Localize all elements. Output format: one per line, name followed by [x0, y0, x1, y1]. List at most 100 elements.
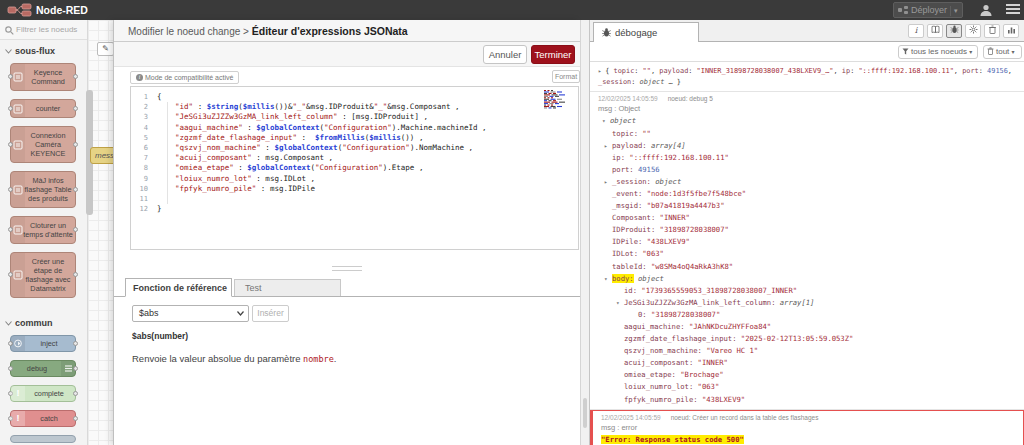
- expand-arrow-icon[interactable]: ▾: [604, 273, 608, 285]
- debug-tree-row[interactable]: IDProduit: "31898728038007": [598, 224, 1016, 236]
- debug-tree-row[interactable]: zgzmf_date_flashage_input: "2025-02-12T1…: [598, 333, 1016, 345]
- format-button[interactable]: Format: [552, 70, 580, 83]
- code-line: 12}: [131, 204, 578, 214]
- help-tab-icon[interactable]: [927, 24, 943, 38]
- deploy-button[interactable]: Déployer▾: [893, 2, 963, 18]
- done-button[interactable]: Terminer: [531, 45, 575, 64]
- debug-tab-icon[interactable]: [946, 24, 962, 38]
- palette-node[interactable]: counter: [10, 99, 76, 118]
- code-line: 2 "id" : $string($millis())&"_"&msg.IDPr…: [131, 102, 578, 112]
- palette-node[interactable]: inject: [10, 335, 76, 352]
- debug-tree-row[interactable]: fpfyk_numro_pile: "438LXEV9": [598, 394, 1016, 406]
- palette-node[interactable]: debug: [10, 360, 76, 377]
- debug-tree-row[interactable]: ▸_session: object: [598, 176, 1016, 188]
- palette-node[interactable]: MàJ infos flashage Table des produits: [10, 171, 76, 208]
- palette-node[interactable]: Cloturer un temps d'attente: [10, 216, 76, 244]
- tab-test[interactable]: Test: [234, 279, 341, 296]
- debug-tree-row[interactable]: omiea_etape: "Brochage": [598, 369, 1016, 381]
- user-icon[interactable]: [979, 3, 993, 17]
- node-output-port[interactable]: [73, 341, 78, 346]
- debug-message[interactable]: ▸ { topic: "", payload: "INNER_318987280…: [590, 62, 1024, 92]
- node-output-port[interactable]: [73, 227, 78, 232]
- palette-search[interactable]: Filtrer les noeuds: [0, 20, 87, 40]
- clear-messages-button[interactable]: tout ▾: [983, 45, 1022, 59]
- node-output-port[interactable]: [73, 416, 78, 421]
- debug-tree-row[interactable]: IDPile: "438LXEV9": [598, 236, 1016, 248]
- debug-message[interactable]: 12/02/2025 14:05:59noeud: debug 5msg : O…: [590, 92, 1024, 409]
- trash-icon[interactable]: [984, 24, 1000, 38]
- jsonata-code-editor[interactable]: 1{2 "id" : $string($millis())&"_"&msg.ID…: [130, 86, 579, 250]
- palette-section-header[interactable]: commun: [0, 316, 87, 330]
- debug-filterbar: tous les noeuds ▾ tout ▾: [590, 42, 1024, 62]
- debug-tree-row[interactable]: ip: "::ffff:192.168.100.11": [598, 152, 1016, 164]
- cancel-button[interactable]: Annuler: [483, 45, 527, 64]
- debug-tree-row[interactable]: port: 49156: [598, 164, 1016, 176]
- tab-function-reference[interactable]: Fonction de référence: [125, 278, 232, 297]
- subflow-icon: [13, 225, 23, 235]
- expand-arrow-icon[interactable]: ▾: [616, 297, 620, 309]
- debug-tree-row[interactable]: _event: "node:1d3f5fbe7f548bce": [598, 188, 1016, 200]
- debug-tree-row[interactable]: acuij_composant: "INNER": [598, 357, 1016, 369]
- palette-node[interactable]: Créer une étape de flashage avec Datamat…: [10, 252, 76, 298]
- main-menu-icon[interactable]: [1006, 4, 1020, 16]
- code-line: 1{: [131, 92, 578, 102]
- sidebar-icon-buttons: i: [908, 24, 1019, 38]
- flow-workspace[interactable]: ✎ mess: [88, 20, 113, 445]
- expand-arrow-icon[interactable]: ▸: [604, 140, 608, 152]
- debug-tree-row[interactable]: topic: "": [598, 128, 1016, 140]
- function-select[interactable]: $abs: [132, 305, 249, 322]
- exclamation-icon: !: [17, 414, 20, 423]
- debug-tree-row[interactable]: id: "1739365559053_31898728038007_INNER": [598, 285, 1016, 297]
- node-output-port[interactable]: [73, 391, 78, 396]
- insert-button[interactable]: Insérer: [252, 305, 289, 322]
- debug-tree-row[interactable]: ▸payload: array[4]: [598, 140, 1016, 152]
- debug-messages: ▸ { topic: "", payload: "INNER_318987280…: [590, 62, 1024, 445]
- palette-node[interactable]: Connexion Caméra KEYENCE: [10, 126, 76, 163]
- node-output-port[interactable]: [73, 106, 78, 111]
- info-tab-icon[interactable]: i: [908, 24, 924, 38]
- node-palette: Filtrer les noeuds sous-flux Keyence Comm…: [0, 20, 88, 445]
- config-tab-icon[interactable]: [965, 24, 981, 38]
- edit-tray: Modifier le noeud change > Éditeur d'exp…: [113, 20, 580, 445]
- chart-icon[interactable]: [1003, 24, 1019, 38]
- code-line: 8 "omiea_etape" : $globalContext("Config…: [131, 163, 578, 173]
- node-output-port[interactable]: [73, 142, 78, 147]
- header-bar: Node-RED Déployer▾: [0, 0, 1024, 20]
- palette-node[interactable]: [10, 435, 76, 443]
- debug-message[interactable]: 12/02/2025 14:05:59noeud: Créer un recor…: [590, 410, 1024, 445]
- edit-pencil-button[interactable]: ✎: [97, 42, 114, 56]
- debug-tree-row[interactable]: Composant: "INNER": [598, 212, 1016, 224]
- node-output-port[interactable]: [73, 74, 78, 79]
- deploy-options-caret[interactable]: ▾: [954, 7, 958, 14]
- scrollbar-thumb[interactable]: [583, 398, 587, 428]
- tab-debug[interactable]: débogage: [593, 22, 699, 43]
- expand-arrow-icon[interactable]: ▸: [604, 176, 608, 188]
- sidebar-separator[interactable]: [580, 20, 590, 445]
- palette-node[interactable]: complete!: [10, 385, 76, 402]
- debug-tree-row[interactable]: loiux_numro_lot: "063": [598, 381, 1016, 393]
- palette-node[interactable]: catch!: [10, 410, 76, 427]
- subflow-icon: [13, 140, 23, 150]
- filter-nodes-button[interactable]: tous les noeuds ▾: [898, 45, 978, 59]
- palette-node[interactable]: Keyence Command: [10, 63, 76, 91]
- resize-grip[interactable]: [332, 266, 362, 271]
- info-icon: i: [136, 74, 143, 81]
- app-title: Node-RED: [36, 0, 88, 20]
- node-input-port[interactable]: [8, 366, 13, 371]
- function-tabs: Fonction de référence Test: [114, 279, 581, 297]
- debug-tree-row[interactable]: IDLot: "063": [598, 248, 1016, 260]
- node-output-port[interactable]: [73, 187, 78, 192]
- node-output-port[interactable]: [73, 272, 78, 277]
- debug-tree-row[interactable]: aagui_machine: "JAhNKDcuZHYFFoa84": [598, 321, 1016, 333]
- expand-arrow-icon[interactable]: ▾: [602, 115, 606, 127]
- debug-tree-row[interactable]: _msgid: "b07a41819a4447b3": [598, 200, 1016, 212]
- palette-section-header[interactable]: sous-flux: [0, 44, 87, 58]
- debug-tree-row[interactable]: tableId: "w8SMa4oQ4aRkA3hK8": [598, 261, 1016, 273]
- node-red-logo-icon: [7, 3, 33, 17]
- debug-tree-row[interactable]: ▾body: object: [598, 273, 1016, 285]
- debug-tree-row[interactable]: qszvj_nom_machine: "Vareo HC 1": [598, 345, 1016, 357]
- debug-tree-row[interactable]: 0: "31898728038007": [598, 309, 1016, 321]
- debug-tree-row[interactable]: ▾object: [598, 115, 1016, 127]
- editor-minimap: [544, 90, 566, 110]
- debug-tree-row[interactable]: ▾JeSGi3uZJZZw3GzMA_link_left_column: arr…: [598, 297, 1016, 309]
